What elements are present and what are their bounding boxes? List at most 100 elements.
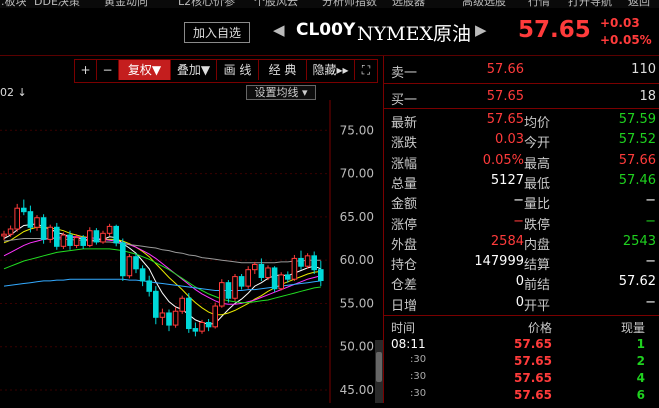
dropdown-icon: ▾ [298, 86, 308, 99]
quote-label: 均价 [524, 116, 551, 131]
hide-button[interactable]: 隐藏▸▸ [307, 60, 355, 80]
sell1-volume: 110 [631, 62, 656, 77]
prev-arrow-icon[interactable]: ◀ [273, 21, 285, 39]
candle-body [232, 276, 238, 299]
candle-body [192, 328, 199, 332]
tick-price: 57.65 [514, 337, 552, 351]
candle [318, 261, 324, 287]
candle-body [298, 257, 304, 267]
menu-item[interactable]: ...板块 [0, 0, 27, 8]
menu-item[interactable]: L2核心价参 [178, 0, 235, 8]
candle-body [219, 282, 225, 307]
menu-item[interactable]: 高级选股 [462, 0, 506, 8]
candle [311, 251, 317, 275]
quote-label: 量比 [524, 197, 551, 213]
quote-value: 0 [515, 274, 524, 290]
buy1-label: 买一 [391, 93, 418, 108]
candle [139, 265, 146, 287]
ma-value-label: 02 ↓ [0, 86, 27, 99]
tick-qty: 1 [636, 337, 645, 351]
quote-value: 2584 [490, 233, 524, 249]
tick-price: 57.65 [514, 388, 552, 402]
menu-item[interactable]: DDE决策 [34, 0, 80, 8]
ticks-time-header: 时间 [391, 321, 416, 335]
moving-average-line [3, 238, 321, 264]
add-favorite-button[interactable]: 加入自选 [184, 22, 250, 43]
zoom-in-button[interactable]: + [75, 60, 97, 80]
candle-body [1, 233, 7, 237]
candle-body [139, 268, 146, 282]
quote-label: 总量 [391, 176, 418, 192]
candle-body [133, 256, 139, 270]
quote-row: 涨跌 0.03 今开 57.52 [384, 132, 659, 152]
candle [159, 308, 166, 326]
y-tick-label: 55.00 [340, 296, 374, 310]
menu-item[interactable]: 个股风云 [254, 0, 298, 8]
fullscreen-icon[interactable]: ⛶ [355, 60, 377, 80]
candle [73, 234, 80, 249]
quote-row: 日增 0 开平 − [384, 295, 659, 315]
candle-body [238, 276, 245, 287]
candle [172, 306, 179, 328]
quote-label: 开平 [524, 298, 551, 314]
candle [252, 261, 258, 275]
next-arrow-icon[interactable]: ▶ [475, 21, 487, 39]
quote-value: 147999 [474, 254, 524, 270]
adjust-rights-dropdown[interactable]: 复权▼ [119, 60, 171, 80]
candle [21, 199, 27, 216]
ticks-qty-header: 现量 [620, 321, 645, 335]
tick-qty: 2 [636, 354, 645, 368]
candle-body [93, 230, 100, 243]
candle-body [252, 263, 258, 271]
candlestick-chart[interactable]: 75.00 70.00 65.00 60.00 55.00 50.00 45.00 [0, 100, 383, 403]
candle [291, 254, 298, 281]
menu-item[interactable]: 打开导航 [568, 0, 612, 8]
classic-button[interactable]: 经 典 [259, 60, 307, 80]
candle [47, 224, 54, 243]
candle [298, 250, 304, 270]
quote-label: 今开 [524, 136, 551, 152]
candle-body [146, 280, 152, 292]
candle [271, 266, 278, 293]
candle-body [47, 226, 54, 240]
set-average-line-label: 设置均线 [254, 86, 299, 99]
candle [1, 230, 7, 241]
candle-body [27, 211, 34, 228]
quote-value: − [645, 193, 656, 209]
candle [54, 222, 60, 250]
ticks-header: 时间 价格 现量 [384, 319, 659, 339]
candle [205, 319, 212, 332]
menu-item[interactable]: 返回 [628, 0, 650, 8]
candle [219, 279, 225, 308]
tick-time: :30 [410, 388, 427, 399]
set-average-line-button[interactable]: 设置均线 ▾ [246, 85, 316, 100]
y-tick-label: 45.00 [340, 383, 374, 397]
candle-body [87, 230, 93, 246]
menu-item[interactable]: 黄金动向 [104, 0, 148, 8]
overlay-dropdown[interactable]: 叠加▼ [171, 60, 217, 80]
draw-line-button[interactable]: 画 线 [217, 60, 259, 80]
quote-value: 0 [515, 294, 524, 310]
scrollbar-thumb[interactable] [376, 352, 382, 382]
instrument-name: NYMEX原油 [357, 23, 472, 45]
candle [34, 215, 40, 231]
candle [93, 228, 100, 245]
candle [126, 254, 133, 279]
menu-item[interactable]: 行情 [528, 0, 550, 8]
candle [106, 223, 113, 236]
candle [40, 214, 47, 244]
candle-body [60, 234, 67, 247]
candle-body [126, 256, 133, 277]
tick-time: :30 [410, 371, 427, 382]
quote-value: 0.03 [495, 132, 524, 148]
candle-body [179, 297, 185, 312]
menu-item[interactable]: 选股器 [392, 0, 425, 8]
zoom-out-button[interactable]: − [97, 60, 119, 80]
menu-item[interactable]: 分析师指数 [322, 0, 377, 8]
candle [238, 274, 245, 290]
chart-toolbar: + − 复权▼ 叠加▼ 画 线 经 典 隐藏▸▸ ⛶ [74, 59, 378, 83]
quote-row: 总量 5127 最低 57.46 [384, 173, 659, 193]
quote-value: 57.59 [618, 112, 656, 127]
candle-body [80, 237, 87, 246]
quote-value: 2543 [622, 233, 656, 249]
